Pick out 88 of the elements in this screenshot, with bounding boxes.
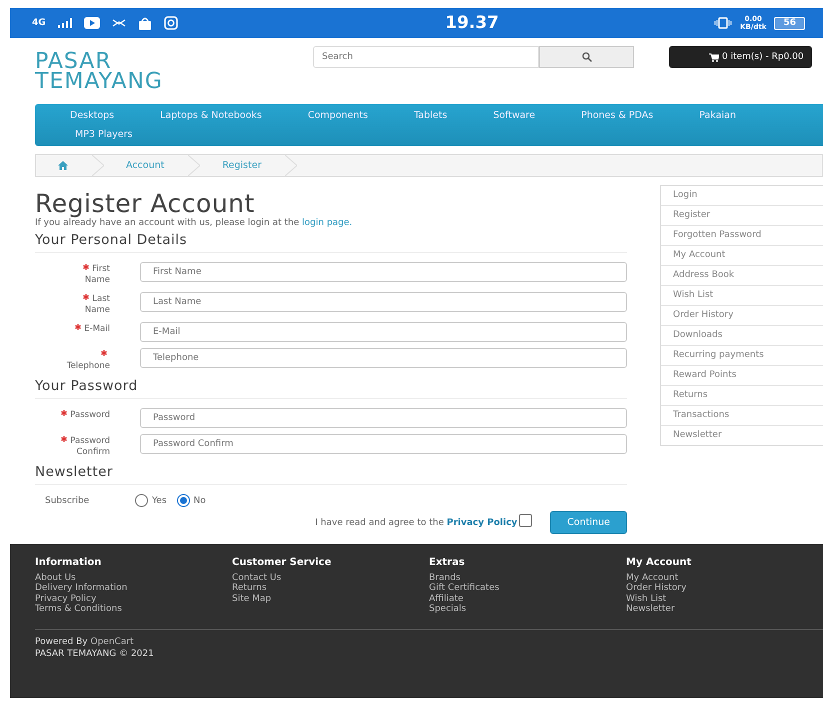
text-field[interactable]: Last Name <box>140 292 627 312</box>
breadcrumb-link[interactable]: Account <box>126 160 164 171</box>
copyright-text: PASAR TEMAYANG © 2021 <box>35 648 154 658</box>
sidebar-item[interactable]: Reward Points <box>661 366 823 386</box>
footer-link[interactable]: Terms & Conditions <box>35 604 232 614</box>
continue-button[interactable]: Continue <box>550 511 627 534</box>
sidebar-item[interactable]: Returns <box>661 386 823 406</box>
cart-button[interactable]: 0 item(s) - Rp0.00 <box>669 46 812 68</box>
store-logo-text[interactable]: TEMAYANG <box>35 72 163 92</box>
sidebar-item[interactable]: Address Book <box>661 266 823 286</box>
section-heading: Newsletter <box>35 464 627 485</box>
menu-item[interactable]: Laptops & Notebooks <box>160 110 262 121</box>
radio-label: No <box>194 496 206 506</box>
footer-link[interactable]: About Us <box>35 572 232 583</box>
sidebar-item[interactable]: Register <box>661 206 823 226</box>
footer-link[interactable]: Gift Certificates <box>429 583 626 594</box>
search-field[interactable]: Search <box>313 46 539 68</box>
footer-link[interactable]: My Account <box>626 572 823 583</box>
sidebar-item[interactable]: Transactions <box>661 406 823 426</box>
clock-time: 19.37 <box>444 13 500 33</box>
search-icon <box>582 52 592 62</box>
page-title: Register Account <box>35 189 256 218</box>
footer-link[interactable]: Returns <box>232 583 429 594</box>
camera-icon <box>164 16 178 30</box>
footer-link[interactable]: Brands <box>429 572 626 583</box>
menu-item[interactable]: Components <box>308 110 368 121</box>
footer-link[interactable]: Site Map <box>232 594 429 604</box>
menu-item[interactable]: Desktops <box>70 110 114 121</box>
menu-item[interactable]: Tablets <box>414 110 448 121</box>
menu-item[interactable]: Software <box>493 110 536 121</box>
field-label: Subscribe <box>45 496 90 506</box>
sidebar-item[interactable]: My Account <box>661 246 823 266</box>
footer-heading: My Account <box>626 558 692 568</box>
footer-link[interactable]: Wish List <box>626 594 823 604</box>
field-label: Telephone <box>66 361 110 371</box>
text-field[interactable]: First Name <box>140 262 627 282</box>
footer-link[interactable]: Contact Us <box>232 572 429 583</box>
breadcrumb-link[interactable]: Register <box>222 160 262 171</box>
opencart-link[interactable]: OpenCart <box>90 636 134 646</box>
footer-link[interactable]: Order History <box>626 583 823 594</box>
field-label: Password Confirm <box>70 436 110 457</box>
notification-icon <box>112 18 126 28</box>
sidebar-item[interactable]: Recurring payments <box>661 346 823 366</box>
menu-item[interactable]: Pakaian <box>699 110 736 121</box>
bag-icon <box>138 16 152 30</box>
field-label: Password <box>70 410 110 420</box>
sidebar-item[interactable]: Login <box>661 186 823 206</box>
radio-label: Yes <box>152 496 167 506</box>
signal-icon <box>58 18 72 28</box>
footer-heading: Extras <box>429 558 466 568</box>
privacy-policy-link[interactable]: Privacy Policy <box>446 518 518 528</box>
sidebar-item[interactable]: Forgotten Password <box>661 226 823 246</box>
text-field[interactable]: E-Mail <box>140 322 627 342</box>
sidebar-item[interactable]: Wish List <box>661 286 823 306</box>
sidebar-item[interactable]: Newsletter <box>661 426 823 445</box>
store-logo-text[interactable]: PASAR <box>35 52 112 72</box>
text-field[interactable]: Telephone <box>140 348 627 368</box>
menu-item[interactable]: Phones & PDAs <box>581 110 654 121</box>
vibrate-icon <box>714 17 732 29</box>
footer-link[interactable]: Specials <box>429 604 626 614</box>
section-heading: Your Password <box>35 378 627 399</box>
footer-link[interactable]: Newsletter <box>626 604 823 614</box>
network-label: 4G <box>32 18 46 28</box>
footer-link[interactable]: Delivery Information <box>35 583 232 594</box>
sidebar-item[interactable]: Order History <box>661 306 823 326</box>
agree-checkbox[interactable] <box>519 514 532 527</box>
powered-by-text: Powered By OpenCart <box>35 636 134 646</box>
battery-indicator: 56 <box>774 16 805 30</box>
footer-heading: Information <box>35 558 102 568</box>
field-label: E-Mail <box>84 324 110 334</box>
intro-text: If you already have an account with us, please login at the login page. <box>35 218 354 228</box>
menu-item[interactable]: MP3 Players <box>75 129 133 140</box>
field-label: Last Name <box>84 294 110 315</box>
play-icon <box>84 17 100 29</box>
home-icon <box>58 161 68 170</box>
sidebar-item[interactable]: Downloads <box>661 326 823 346</box>
section-heading: Your Personal Details <box>35 232 627 253</box>
agreement-text: I have read and agree to the Privacy Policy <box>315 518 518 528</box>
text-field[interactable]: Password Confirm <box>140 434 627 454</box>
radio-button[interactable] <box>176 494 190 507</box>
login-link[interactable]: login page. <box>302 218 352 228</box>
field-label: First Name <box>84 264 110 285</box>
radio-button[interactable] <box>135 494 148 507</box>
text-field[interactable]: Password <box>140 408 627 428</box>
footer-heading: Customer Service <box>232 558 332 568</box>
footer-link[interactable]: Privacy Policy <box>35 594 232 604</box>
cart-icon <box>709 52 719 62</box>
footer-link[interactable]: Affiliate <box>429 594 626 604</box>
